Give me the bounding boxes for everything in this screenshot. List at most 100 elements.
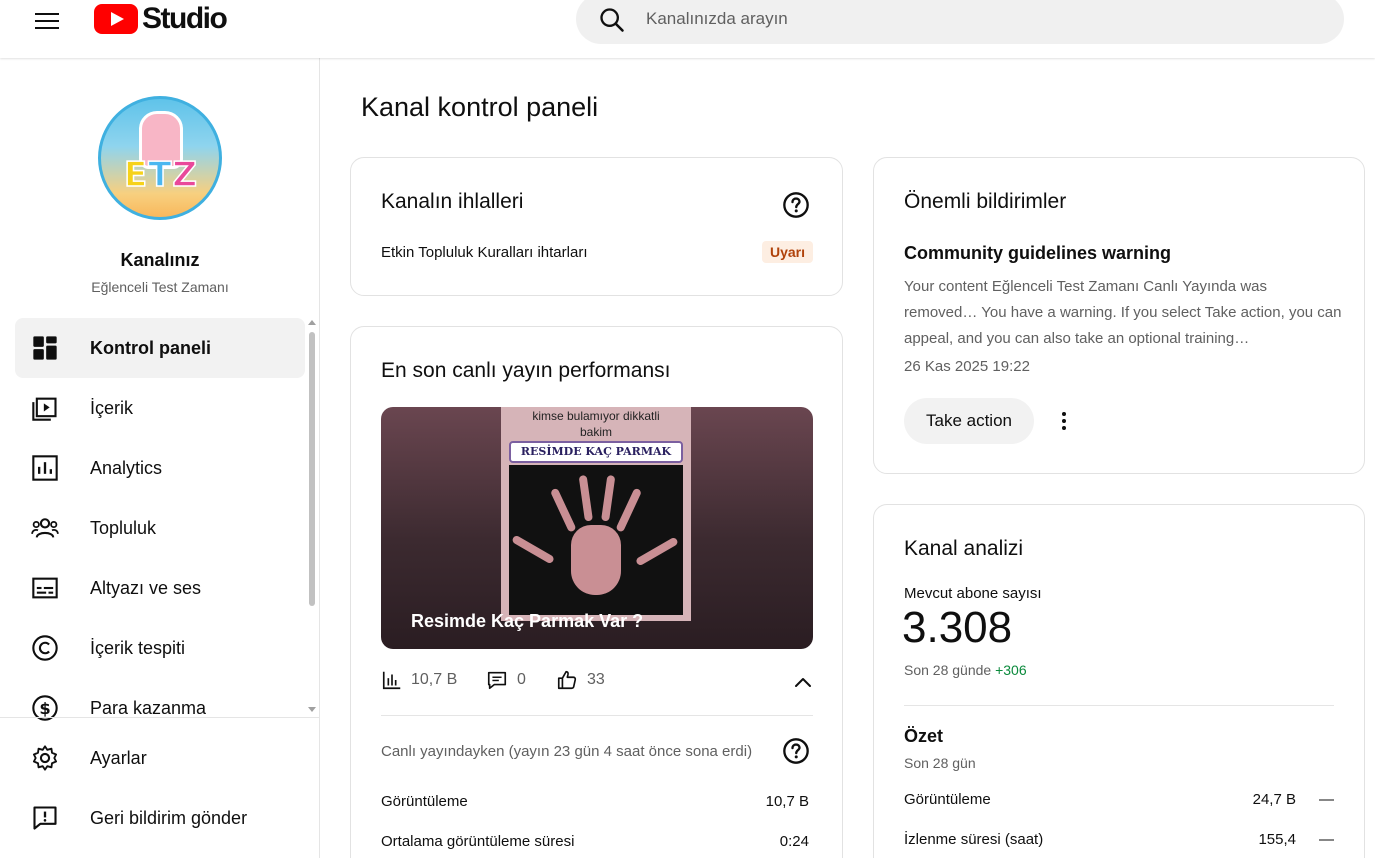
scroll-down-arrow-icon[interactable] xyxy=(308,707,316,712)
search-icon[interactable] xyxy=(598,6,626,34)
help-icon[interactable] xyxy=(782,191,810,219)
summary-row: İzlenme süresi (saat) 155,4 — xyxy=(904,831,1334,848)
channel-avatar[interactable]: ETZ xyxy=(98,96,222,220)
sidebar-item-label: Topluluk xyxy=(90,517,157,538)
sidebar-item-settings[interactable]: Ayarlar xyxy=(15,728,305,788)
sidebar-item-feedback[interactable]: Geri bildirim gönder xyxy=(15,788,305,848)
card-title: Kanalın ihlalleri xyxy=(381,190,524,213)
subscribers-change: Son 28 günde +306 xyxy=(904,662,1027,678)
thumbs-up-icon xyxy=(557,670,577,690)
content-icon xyxy=(32,397,57,421)
sidebar-item-community[interactable]: Topluluk xyxy=(15,498,305,558)
subtitles-icon xyxy=(32,577,58,599)
sidebar-item-label: İçerik tespiti xyxy=(90,637,186,658)
youtube-studio-logo[interactable]: Studio xyxy=(94,2,228,36)
metric-row: Ortalama görüntüleme süresi 0:24 xyxy=(381,833,809,850)
scroll-up-arrow-icon[interactable] xyxy=(308,320,316,325)
video-title[interactable]: Resimde Kaç Parmak Var ? xyxy=(411,611,643,632)
menu-icon[interactable] xyxy=(35,10,59,30)
notification-title: Community guidelines warning xyxy=(904,243,1172,263)
chevron-up-icon[interactable] xyxy=(791,671,815,695)
summary-title: Özet xyxy=(904,726,944,746)
help-icon[interactable] xyxy=(782,737,810,765)
views-count: 10,7 B xyxy=(411,671,458,688)
sidebar-item-label: Analytics xyxy=(90,457,163,478)
summary-label: Görüntüleme xyxy=(904,791,991,808)
sidebar-divider xyxy=(0,717,320,718)
sidebar: ETZ Kanalınız Eğlenceli Test Zamanı Kont… xyxy=(0,58,320,858)
active-strikes-label: Etkin Topluluk Kuralları ihtarları xyxy=(381,244,588,261)
likes-count: 33 xyxy=(587,671,605,688)
summary-period: Son 28 gün xyxy=(904,755,976,771)
youtube-play-icon xyxy=(94,4,138,34)
warning-badge: Uyarı xyxy=(762,241,814,263)
latest-live-card: En son canlı yayın performansı oms kimse… xyxy=(350,326,843,858)
sidebar-item-analytics[interactable]: Analytics xyxy=(15,438,305,498)
finger-shape xyxy=(615,487,643,533)
card-divider xyxy=(381,715,813,716)
notification-body: Your content Eğlenceli Test Zamanı Canlı… xyxy=(904,278,1342,347)
sidebar-scrollbar[interactable] xyxy=(308,320,316,720)
sidebar-item-content[interactable]: İçerik xyxy=(15,378,305,438)
subscribers-period: Son 28 günde xyxy=(904,662,992,678)
card-divider xyxy=(904,705,1334,706)
metric-value: 0:24 xyxy=(779,833,809,850)
more-vertical-icon[interactable] xyxy=(1054,409,1074,433)
card-title: En son canlı yayın performansı xyxy=(381,359,671,382)
scrollbar-thumb[interactable] xyxy=(309,332,315,606)
summary-value: 24,7 B xyxy=(1252,791,1296,808)
hand-image xyxy=(509,465,683,615)
likes-stat: 33 xyxy=(555,669,605,691)
bar-chart-icon xyxy=(382,671,401,690)
metric-label: Ortalama görüntüleme süresi xyxy=(381,833,575,850)
comments-stat: 0 xyxy=(485,669,526,691)
channel-title: Kanalınız xyxy=(120,250,200,270)
finger-shape xyxy=(635,536,679,567)
video-stats-row: 10,7 B 0 33 xyxy=(381,669,813,699)
summary-row: Görüntüleme 24,7 B — xyxy=(904,791,1334,808)
sidebar-bottom-nav: Ayarlar Geri bildirim gönder xyxy=(15,728,305,848)
sidebar-nav: Kontrol paneli İçerik Analytics Topluluk… xyxy=(15,318,305,738)
channel-name: Eğlenceli Test Zamanı xyxy=(91,279,229,295)
community-icon xyxy=(31,518,59,538)
thumbnail-panel: kimse bulamıyor dikkatli bakim RESİMDE K… xyxy=(501,407,691,621)
search-input[interactable] xyxy=(646,4,1306,34)
thumbnail-caption: kimse bulamıyor dikkatli xyxy=(532,409,660,423)
sidebar-item-label: Para kazanma xyxy=(90,697,207,718)
violations-card: Kanalın ihlalleri Etkin Topluluk Kuralla… xyxy=(350,157,843,296)
search-bar[interactable] xyxy=(576,0,1344,44)
summary-delta: — xyxy=(1319,831,1334,848)
sidebar-item-label: Ayarlar xyxy=(90,747,147,768)
summary-value: 155,4 xyxy=(1258,831,1296,848)
finger-shape xyxy=(601,474,616,522)
video-thumbnail[interactable]: oms kimse bulamıyor dikkatli bakim RESİM… xyxy=(381,407,813,649)
card-title: Kanal analizi xyxy=(904,537,1024,560)
feedback-icon xyxy=(33,806,57,830)
notification-date: 26 Kas 2025 19:22 xyxy=(904,358,1030,375)
comment-icon xyxy=(487,671,507,690)
views-stat: 10,7 B xyxy=(381,669,457,691)
thumbnail-banner: RESİMDE KAÇ PARMAK VAR? xyxy=(509,441,683,476)
sidebar-item-label: Kontrol paneli xyxy=(90,337,211,358)
thumbnail-caption: bakim xyxy=(579,425,612,439)
sidebar-item-subtitles[interactable]: Altyazı ve ses xyxy=(15,558,305,618)
live-caption: Canlı yayındayken (yayın 23 gün 4 saat ö… xyxy=(381,743,753,760)
important-notifications-card: Önemli bildirimler Community guidelines … xyxy=(873,157,1365,474)
finger-shape xyxy=(511,534,555,565)
avatar-logo-text: ETZ xyxy=(123,154,199,196)
comments-count: 0 xyxy=(517,671,526,688)
channel-analytics-card: Kanal analizi Mevcut abone sayısı 3.308 … xyxy=(873,504,1365,858)
metric-row: Görüntüleme 10,7 B xyxy=(381,793,809,810)
logo-text: Studio xyxy=(142,2,228,35)
summary-delta: — xyxy=(1319,791,1334,808)
settings-icon xyxy=(32,745,58,771)
copyright-icon xyxy=(32,635,58,661)
sidebar-item-content-detection[interactable]: İçerik tespiti xyxy=(15,618,305,678)
take-action-button[interactable]: Take action xyxy=(904,398,1034,444)
sidebar-item-label: Geri bildirim gönder xyxy=(90,807,248,828)
svg-text:$: $ xyxy=(39,699,50,718)
sidebar-item-label: İçerik xyxy=(90,397,134,418)
sidebar-item-dashboard[interactable]: Kontrol paneli xyxy=(15,318,305,378)
sidebar-item-label: Altyazı ve ses xyxy=(90,577,202,598)
finger-shape xyxy=(578,474,593,522)
